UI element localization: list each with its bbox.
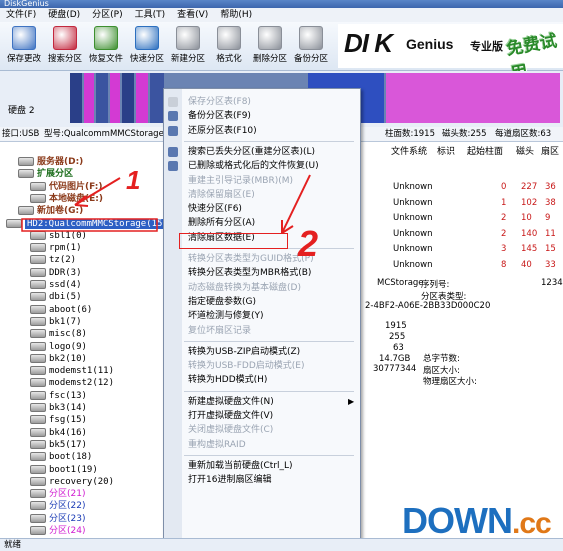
status-bar: 就绪 — [0, 538, 563, 551]
arrow-2-icon — [281, 174, 311, 234]
status-text: 就绪 — [4, 540, 22, 550]
watermark-main: DOWN — [402, 500, 513, 541]
watermark-tld: .cc — [511, 507, 552, 540]
arrow-1-icon — [74, 177, 121, 206]
watermark: DOWN.cc — [402, 500, 552, 542]
tree-highlight-box — [21, 218, 158, 232]
annotation-arrows — [21, 174, 311, 234]
